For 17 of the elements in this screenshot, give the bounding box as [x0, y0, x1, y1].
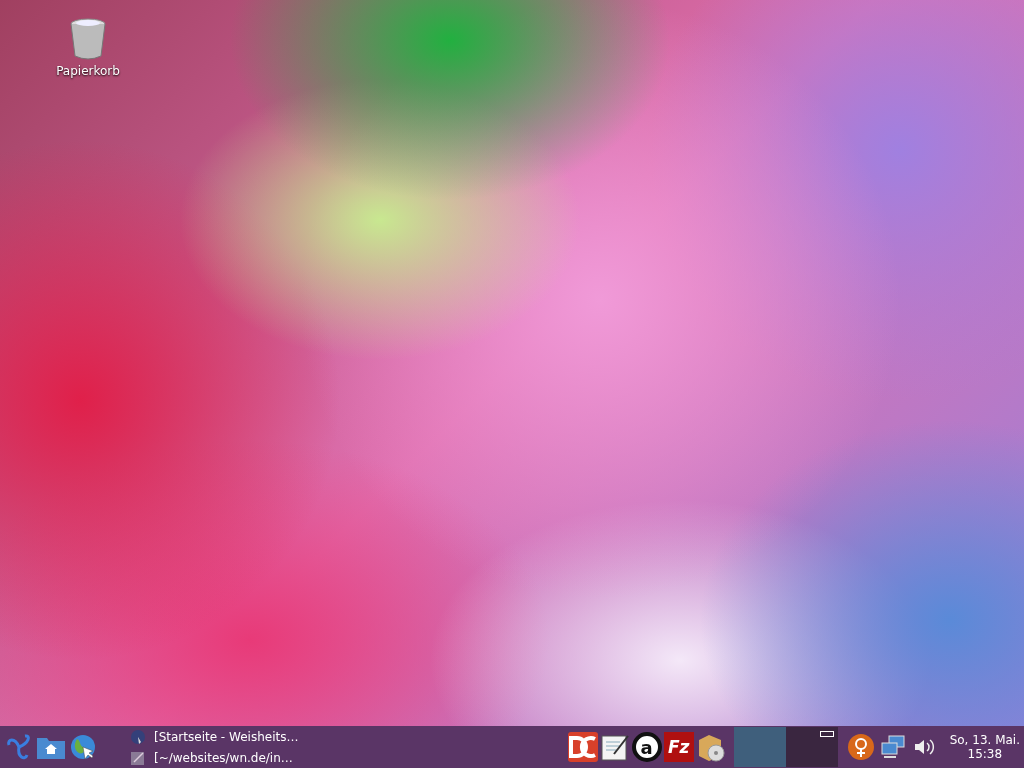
- clock-date: So, 13. Mai.: [949, 733, 1020, 747]
- network-icon[interactable]: [879, 735, 906, 759]
- launcher-icon[interactable]: Fz: [663, 732, 694, 762]
- task-button[interactable]: [Startseite - Weisheits…: [130, 727, 566, 746]
- launcher-icon[interactable]: a: [631, 732, 662, 762]
- venus-symbol-icon[interactable]: [846, 733, 875, 761]
- notepad-icon: [130, 749, 146, 766]
- volume-icon[interactable]: [912, 737, 937, 757]
- dc-logo-icon[interactable]: [567, 732, 598, 762]
- globe-icon: [130, 728, 146, 745]
- clock-time: 15:38: [967, 747, 1003, 761]
- text-editor-icon[interactable]: [599, 732, 630, 762]
- task-button[interactable]: [~/websites/wn.de/in…: [130, 748, 566, 767]
- window-thumbnail: [819, 731, 834, 737]
- desktop-icon-label[interactable]: Papierkorb: [56, 64, 120, 78]
- globe-icon[interactable]: [69, 733, 97, 761]
- trash-icon: [68, 16, 108, 60]
